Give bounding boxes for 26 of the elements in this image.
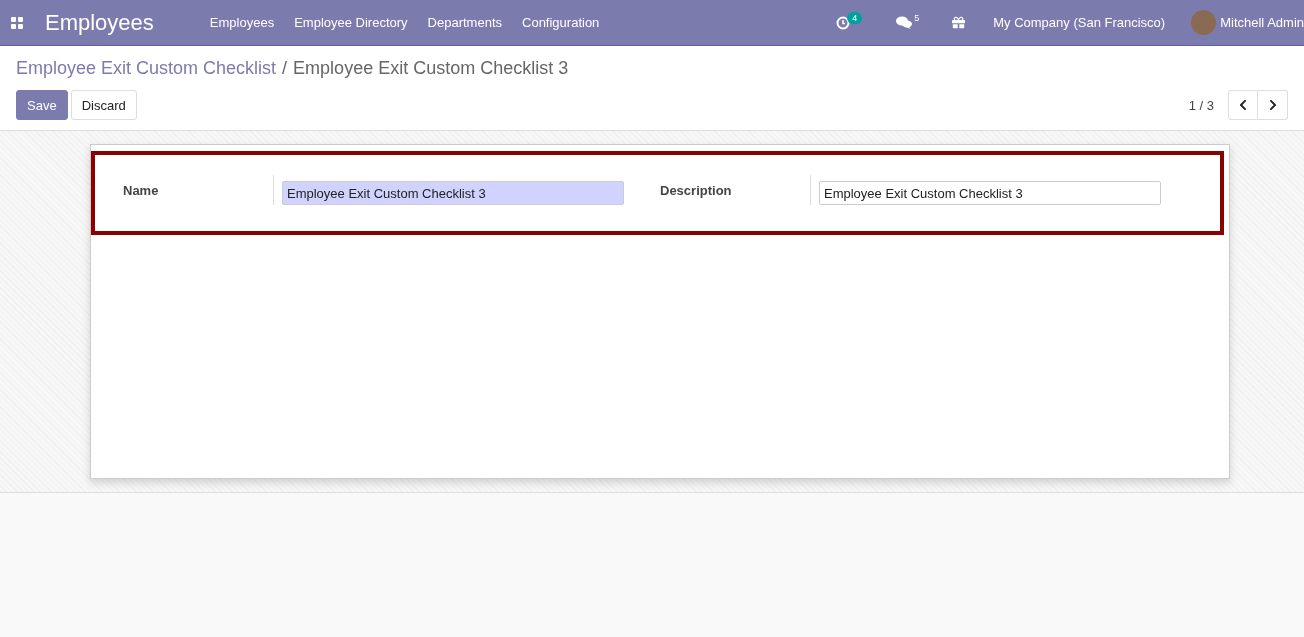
apps-menu-icon[interactable] [11,16,23,29]
chat-bubbles-icon[interactable] [896,16,913,29]
save-button[interactable]: Save [16,90,68,120]
user-name[interactable]: Mitchell Admin [1220,15,1304,30]
field-label: Description [660,175,811,205]
next-button[interactable] [1258,90,1288,120]
menu-item[interactable]: Employees [199,15,285,30]
activity-count: 4 [847,11,863,24]
breadcrumb-link[interactable]: Employee Exit Custom Checklist [16,58,277,79]
menu-item[interactable]: Departments [417,15,512,30]
activity-clock-icon[interactable] [836,15,851,30]
breadcrumb-current: Employee Exit Custom Checklist 3 [293,58,569,79]
message-count: 5 [913,12,921,24]
input-field[interactable]: Employee Exit Custom Checklist 3 [819,181,1161,205]
field-label: Name [123,175,274,205]
menu-item[interactable]: Configuration [512,15,610,30]
menu-item[interactable]: Employee Directory [284,15,418,30]
company-switcher[interactable]: My Company (San Francisco) [993,15,1166,30]
gift-icon[interactable] [952,16,966,29]
app-title: Employees [45,9,154,36]
input-field[interactable]: Employee Exit Custom Checklist 3 [282,181,624,205]
chevron-left-icon [1237,99,1249,111]
breadcrumb-separator: / [282,58,288,79]
pager-value: 1 / 3 [1188,97,1214,113]
discard-button[interactable]: Discard [70,90,137,120]
previous-button[interactable] [1228,90,1258,120]
